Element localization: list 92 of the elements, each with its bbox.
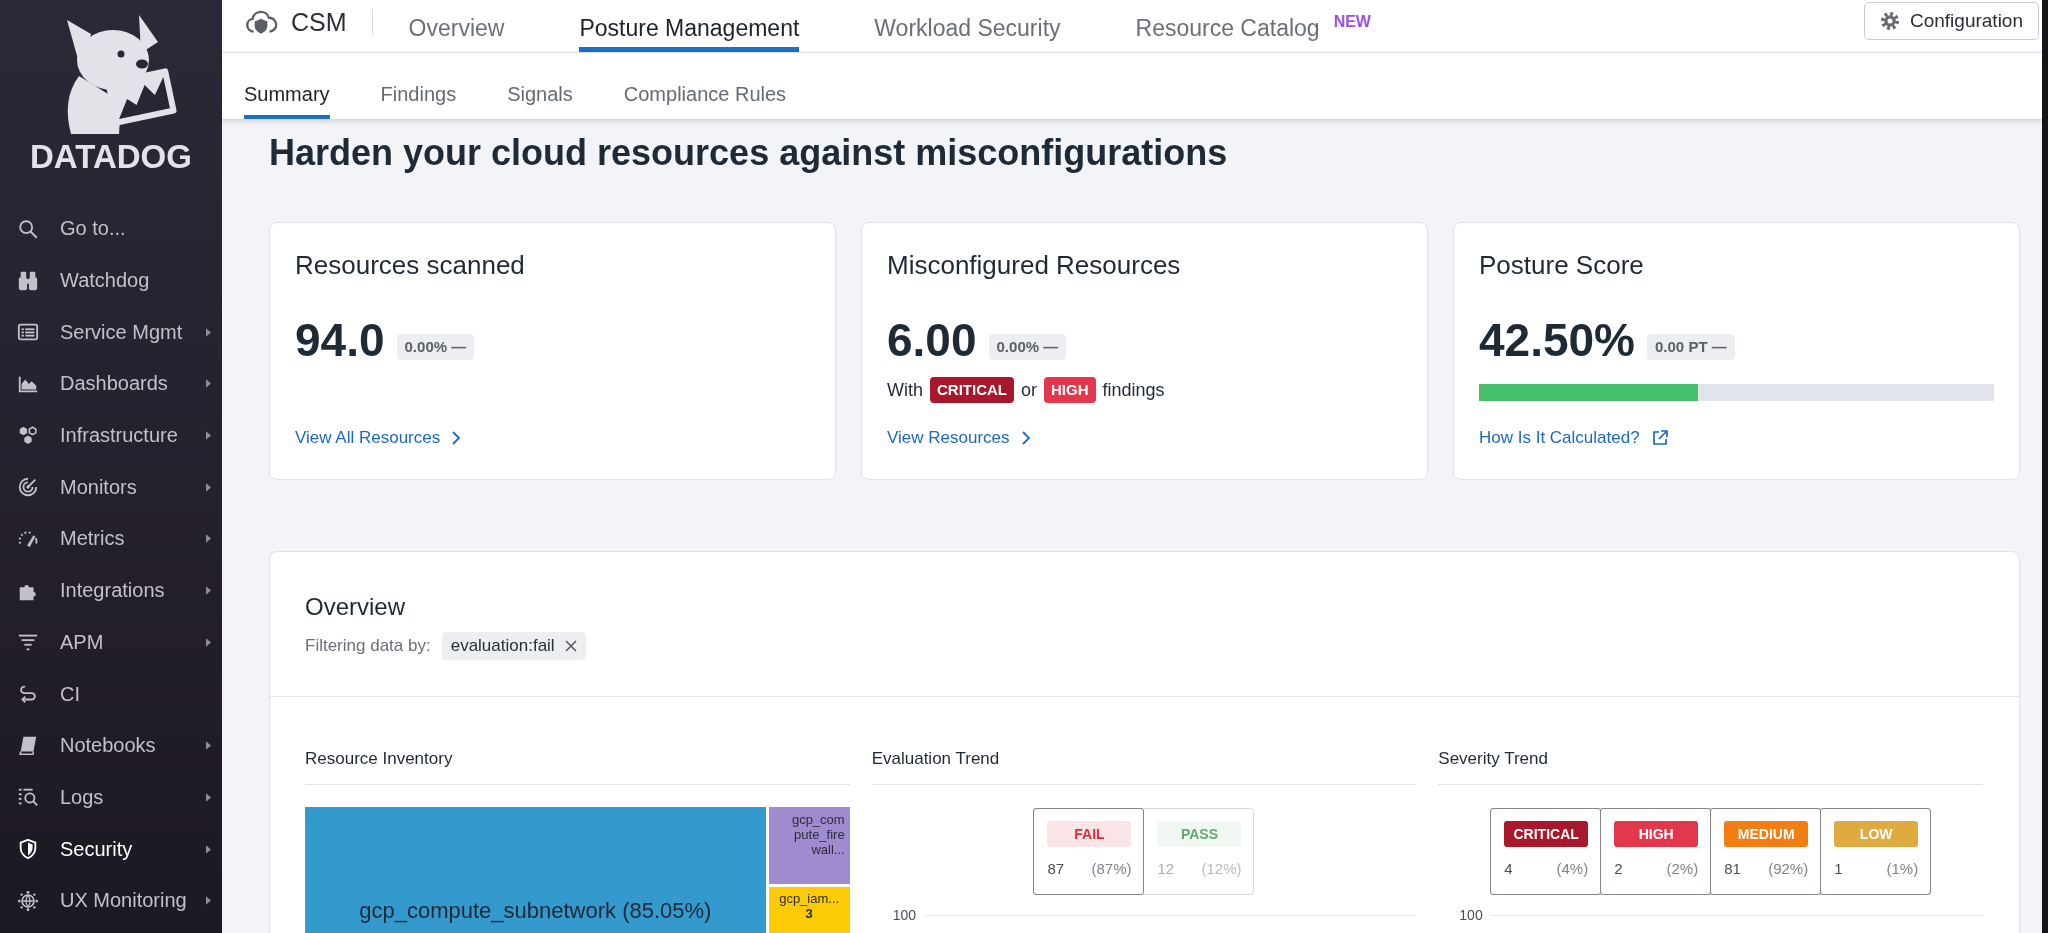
legend-count: 1	[1834, 859, 1843, 879]
legend-count: 81	[1724, 859, 1741, 879]
card-title: Posture Score	[1479, 249, 1644, 281]
tile-label: gcp_iam...	[779, 891, 840, 906]
legend-percent: (4%)	[1556, 859, 1589, 879]
shield-icon	[17, 838, 39, 861]
treemap-tile[interactable]: gcp_compute_subnetwork (85.05%)	[305, 807, 766, 933]
settings-icon	[1879, 11, 1900, 31]
sub-tab[interactable]: Signals	[507, 53, 573, 119]
legend-count: 2	[1614, 859, 1623, 879]
filter-chip[interactable]: evaluation:fail	[441, 632, 586, 660]
severity-tag: LOW	[1834, 821, 1919, 847]
legend-percent: (1%)	[1886, 859, 1919, 879]
severity-tag: HIGH	[1044, 377, 1096, 403]
note-text: With	[887, 379, 923, 402]
card-link[interactable]: View Resources	[887, 426, 1030, 450]
sidebar-item[interactable]: UX Monitoring	[0, 874, 222, 927]
axis-label: 100	[1459, 908, 1483, 922]
status-tag: FAIL	[1047, 821, 1132, 847]
treemap-tile[interactable]: gcp_compute_firewall...	[768, 807, 850, 884]
page-heading: Harden your cloud resources against misconfigurations	[269, 133, 1228, 173]
link-icon	[17, 683, 39, 706]
status-tag: PASS	[1157, 821, 1242, 847]
note-text: or	[1021, 379, 1037, 402]
configuration-button[interactable]: Configuration	[1863, 2, 2039, 40]
sidebar-item[interactable]: Infrastructure	[0, 409, 222, 462]
metric-value: 6.00	[887, 313, 977, 368]
card-title: Misconfigured Resources	[887, 249, 1181, 281]
sidebar-item[interactable]: Watchdog	[0, 254, 222, 307]
change-badge: 0.00 PT —	[1647, 334, 1735, 360]
globe-icon	[17, 889, 39, 912]
legend-percent: (2%)	[1666, 859, 1699, 879]
sidebar-item[interactable]: APM	[0, 616, 222, 669]
nav-tab[interactable]: Resource Catalog	[1135, 0, 1320, 52]
panel-title: Resource Inventory	[305, 748, 850, 785]
legend-count: 87	[1047, 859, 1065, 879]
legend-count: 12	[1157, 859, 1175, 879]
search-icon	[17, 217, 39, 240]
binoculars-icon	[17, 269, 39, 292]
sub-tab[interactable]: Summary	[244, 53, 330, 119]
new-label: NEW	[1333, 12, 1371, 32]
severity-tag: MEDIUM	[1724, 821, 1809, 847]
hexagons-icon	[17, 424, 39, 447]
nav-tab[interactable]: Workload Security	[874, 0, 1061, 52]
sub-tab[interactable]: Findings	[380, 53, 457, 119]
card-link[interactable]: How Is It Calculated?	[1479, 426, 1668, 450]
book-icon	[17, 734, 39, 757]
legend-item[interactable]: FAIL 87 (87%)	[1033, 808, 1145, 895]
panel-title: Evaluation Trend	[871, 748, 1417, 785]
severity-tag: HIGH	[1614, 821, 1699, 847]
target-icon	[17, 476, 39, 499]
panel-title: Severity Trend	[1438, 748, 1983, 785]
sidebar-item[interactable]: Logs	[0, 771, 222, 824]
severity-tag: CRITICAL	[1504, 821, 1589, 847]
severity-tag: CRITICAL	[930, 377, 1014, 403]
tile-label: gcp_compute_subnetwork (85.05%)	[359, 898, 712, 924]
sidebar-item[interactable]: Monitors	[0, 461, 222, 514]
sidebar-item[interactable]: Service Mgmt	[0, 306, 222, 359]
tile-label: gcp_compute_firewall...	[790, 812, 845, 857]
logo-text: DATADOG	[30, 139, 192, 175]
close-icon	[564, 640, 577, 652]
legend-percent: (87%)	[1091, 859, 1132, 879]
chevron-right-icon	[1021, 431, 1030, 445]
legend-item[interactable]: LOW 1 (1%)	[1820, 808, 1932, 895]
legend-percent: (92%)	[1768, 859, 1809, 879]
legend-percent: (12%)	[1201, 859, 1242, 879]
metric-value: 94.0	[295, 313, 385, 368]
filter-label: Filtering data by:	[305, 636, 431, 656]
legend-count: 4	[1504, 859, 1513, 879]
metric-value: 42.50%	[1479, 313, 1635, 368]
external-link-icon	[1651, 430, 1668, 446]
product-name: CSM	[291, 7, 347, 37]
sidebar-item[interactable]: Integrations	[0, 564, 222, 617]
treemap-tile[interactable]: gcp_iam... 3	[768, 887, 850, 933]
change-badge: 0.00% —	[396, 334, 475, 360]
card-title: Resources scanned	[295, 249, 525, 281]
chevron-right-icon	[452, 431, 461, 445]
nav-tab[interactable]: Overview	[408, 0, 505, 52]
log-search-icon	[17, 786, 39, 809]
card-link[interactable]: View All Resources	[295, 426, 461, 450]
sidebar-item[interactable]: Notebooks	[0, 719, 222, 772]
note-text: findings	[1102, 379, 1165, 402]
sidebar-item[interactable]: Metrics	[0, 513, 222, 565]
change-badge: 0.00% —	[988, 334, 1067, 360]
sidebar-item[interactable]: Dashboards	[0, 358, 222, 410]
tile-count: 3	[805, 906, 813, 922]
sidebar-item[interactable]: Security	[0, 823, 222, 875]
sidebar-item[interactable]: CI	[0, 668, 222, 720]
axis-label: 100	[892, 908, 916, 922]
sub-tab[interactable]: Compliance Rules	[623, 53, 787, 119]
sidebar-item[interactable]: Go to...	[0, 203, 222, 255]
section-title: Overview	[305, 592, 407, 622]
